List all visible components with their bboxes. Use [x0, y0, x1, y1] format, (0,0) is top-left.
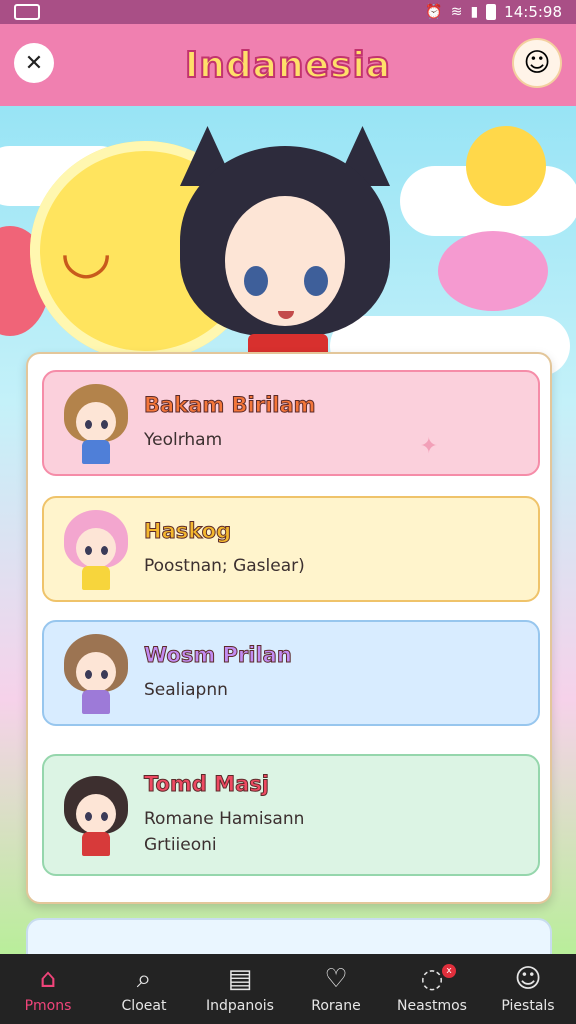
profile-icon: ☺ [514, 964, 542, 994]
home-icon: ⌂ [39, 964, 57, 994]
alarm-icon: ⏰ [425, 4, 443, 20]
list-item[interactable]: Wosm Prilan Sealiapnn [42, 620, 540, 726]
tools-button[interactable]: ✕ [14, 43, 54, 83]
search-icon: ⌕ [136, 964, 152, 994]
character-avatar [58, 378, 134, 468]
tab-cloeat[interactable]: ⌕ Cloeat [96, 964, 192, 1014]
character-avatar [58, 770, 134, 860]
grid-icon: ▤ [227, 964, 253, 994]
list-item[interactable]: Bakam Birilam Yeolrham ✦ [42, 370, 540, 476]
sun-face: ◡ [60, 216, 113, 286]
character-avatar [58, 628, 134, 718]
item-name: Tomd Masj [143, 772, 269, 797]
notification-badge: x [442, 964, 456, 978]
status-time: 14:5:98 [504, 3, 562, 21]
list-item[interactable]: Haskog Poostnan; Gaslear) [42, 496, 540, 602]
character-list: Bakam Birilam Yeolrham ✦ Haskog Poostnan… [26, 352, 552, 904]
tab-piestals[interactable]: ☺ Piestals [480, 964, 576, 1014]
small-sun [466, 126, 546, 206]
character-avatar [58, 504, 134, 594]
item-subtitle: Poostnan; Gaslear) [144, 556, 305, 576]
wifi-icon: ≋ [450, 4, 463, 20]
tab-neastmos[interactable]: ◌ x Neastmos [384, 964, 480, 1014]
status-icons: ⏰ ≋ ▮ 14:5:98 [425, 3, 562, 21]
page-title: Indanesia [184, 44, 392, 87]
heart-icon: ♡ [324, 964, 348, 994]
mascot-icon: ☺ [523, 48, 551, 78]
app-bar: ✕ Indanesia ☺ [0, 24, 576, 106]
signal-icon: ▮ [470, 4, 479, 20]
tab-rorane[interactable]: ♡ Rorane [288, 964, 384, 1014]
mascot-avatar-button[interactable]: ☺ [512, 38, 562, 88]
tab-indpanois[interactable]: ▤ Indpanois [192, 964, 288, 1014]
tab-pmons[interactable]: ⌂ Pmons [0, 964, 96, 1014]
item-subtitle: Sealiapnn [144, 680, 228, 700]
item-name: Haskog [144, 519, 232, 544]
sparkle-icon: ✦ [419, 434, 438, 459]
item-name: Wosm Prilan [144, 643, 293, 668]
app-notification-icon [14, 4, 40, 20]
chat-icon: ◌ [420, 964, 444, 994]
item-subtitle: Romane Hamisann Grtiieoni [144, 809, 305, 855]
item-name: Bakam Birilam [144, 393, 317, 418]
list-item-partial[interactable] [26, 918, 552, 958]
cat-girl-mascot [180, 126, 390, 354]
pink-blob-character [438, 231, 548, 311]
battery-icon [486, 4, 497, 20]
status-bar: ⏰ ≋ ▮ 14:5:98 [0, 0, 576, 24]
item-subtitle: Yeolrham [144, 430, 223, 450]
crossed-tools-icon: ✕ [24, 50, 44, 76]
bottom-navigation: ⌂ Pmons ⌕ Cloeat ▤ Indpanois ♡ Rorane ◌ … [0, 954, 576, 1024]
list-item[interactable]: Tomd Masj Romane Hamisann Grtiieoni [42, 754, 540, 876]
